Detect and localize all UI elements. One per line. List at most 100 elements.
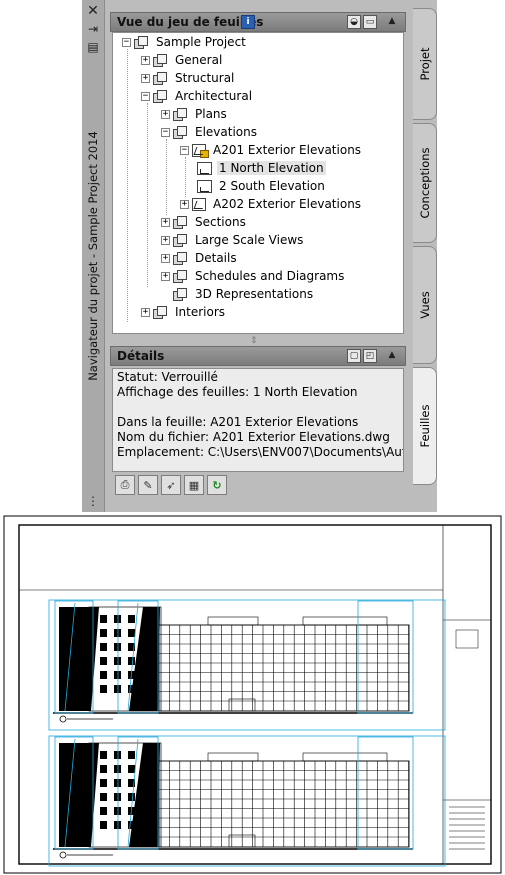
expand-toggle[interactable]: +: [161, 217, 170, 227]
south-elevation-window: [114, 821, 121, 829]
new-sheet-icon[interactable]: ✎: [138, 475, 158, 495]
south-elevation-window: [128, 765, 135, 773]
south-elevation-window: [114, 807, 121, 815]
publish-sheet-icon[interactable]: ⎙: [115, 475, 135, 495]
sheet-set-view-header: Vue du jeu de feuilles i ◒ ▭ ▲: [110, 12, 406, 32]
filename-text: Nom du fichier: A201 Exterior Elevations…: [117, 430, 390, 444]
tree-node-sheet-a201[interactable]: − A201 Exterior Elevations: [180, 141, 363, 159]
title-block-logo: [455, 629, 479, 649]
preview-icon[interactable]: ◰: [363, 349, 377, 363]
north-elevation-window: [114, 615, 121, 623]
expand-toggle[interactable]: −: [161, 127, 170, 137]
south-elevation-window: [114, 765, 121, 773]
expand-toggle[interactable]: +: [141, 307, 150, 317]
tree-node-structural[interactable]: + Structural: [141, 69, 236, 87]
tree-node-3d-representations[interactable]: 3D Representations: [161, 285, 315, 303]
details-title: Détails: [117, 349, 165, 363]
expand-toggle[interactable]: +: [180, 199, 189, 209]
details-panel: Statut: Verrouillé Affichage des feuille…: [112, 368, 404, 472]
tree-node-view-north[interactable]: 1 North Elevation: [197, 159, 326, 177]
palette-title-bar[interactable]: ✕ ⇥ ▤ Navigateur du projet - Sample Proj…: [82, 0, 105, 512]
expand-toggle[interactable]: −: [141, 91, 150, 101]
tree-node-details[interactable]: + Details: [161, 249, 239, 267]
select-view-icon[interactable]: ➶: [161, 475, 181, 495]
sheets-panel: Vue du jeu de feuilles i ◒ ▭ ▲ − Sample …: [110, 10, 406, 504]
sheet-display-text: Affichage des feuilles: 1 North Elevatio…: [117, 385, 358, 399]
expand-toggle[interactable]: +: [161, 253, 170, 263]
north-elevation-window: [128, 657, 135, 665]
collapse-details-icon[interactable]: ▲: [385, 349, 399, 363]
refresh-icon[interactable]: ↻: [207, 475, 227, 495]
south-elevation-window: [100, 751, 107, 759]
south-elevation-window: [114, 779, 121, 787]
tree-node-view-south[interactable]: 2 South Elevation: [197, 177, 327, 195]
expand-toggle[interactable]: +: [161, 271, 170, 281]
collapse-icon[interactable]: ▲: [385, 15, 399, 29]
location-text: Emplacement: C:\Users\ENV007\Documents\A…: [117, 445, 404, 459]
north-elevation-window: [100, 615, 107, 623]
north-elevation-view-marker: [59, 715, 67, 723]
tree-node-plans[interactable]: + Plans: [161, 105, 229, 123]
sheets-toolbar: ⎙ ✎ ➶ ▦ ↻: [115, 475, 227, 497]
elevation-sheet: [3, 515, 502, 874]
expand-toggle[interactable]: +: [161, 235, 170, 245]
info-icon[interactable]: i: [241, 15, 255, 29]
south-elevation-viewport: [48, 735, 446, 867]
sheet-view-icon: [197, 161, 212, 175]
sheet-set-tree[interactable]: − Sample Project + General + Structural …: [112, 32, 404, 334]
subset-icon: [153, 89, 168, 103]
tree-node-architectural[interactable]: − Architectural: [141, 87, 254, 105]
sheet-properties-icon[interactable]: ▦: [184, 475, 204, 495]
south-elevation-window: [100, 821, 107, 829]
subset-icon: [173, 251, 188, 265]
tree-node-schedules[interactable]: + Schedules and Diagrams: [161, 267, 346, 285]
south-elevation-window: [100, 765, 107, 773]
north-elevation-window: [100, 657, 107, 665]
north-elevation-window: [100, 629, 107, 637]
new-icon[interactable]: ▭: [363, 15, 377, 29]
expand-toggle[interactable]: +: [141, 55, 150, 65]
expand-toggle[interactable]: +: [161, 109, 170, 119]
south-elevation-window: [128, 793, 135, 801]
south-elevation-roof-unit: [207, 752, 259, 762]
autohide-icon[interactable]: ⇥: [85, 22, 101, 36]
tree-node-project[interactable]: − Sample Project: [122, 33, 248, 51]
north-elevation-window: [114, 629, 121, 637]
sheet-icon: [192, 197, 206, 211]
publish-icon[interactable]: ◒: [347, 15, 361, 29]
south-elevation-roof-unit: [302, 752, 388, 762]
north-elevation-window: [114, 657, 121, 665]
palette-options-icon[interactable]: ⋮: [85, 494, 101, 508]
subset-icon: [173, 215, 188, 229]
north-elevation-roof-unit: [302, 616, 388, 626]
palette-title: Navigateur du projet - Sample Project 20…: [86, 131, 100, 381]
expand-toggle[interactable]: −: [122, 37, 131, 47]
tree-node-large-scale-views[interactable]: + Large Scale Views: [161, 231, 305, 249]
properties-icon[interactable]: ▤: [85, 40, 101, 54]
expand-toggle[interactable]: +: [141, 73, 150, 83]
subset-icon: [153, 305, 168, 319]
tab-constructs[interactable]: Conceptions: [413, 123, 437, 243]
north-elevation-window: [128, 629, 135, 637]
tab-sheets[interactable]: Feuilles: [413, 367, 437, 485]
subset-icon: [173, 233, 188, 247]
subset-icon: [173, 125, 188, 139]
expand-toggle[interactable]: −: [180, 145, 189, 155]
tree-node-general[interactable]: + General: [141, 51, 224, 69]
north-elevation-window: [100, 643, 107, 651]
tree-node-elevations[interactable]: − Elevations: [161, 123, 259, 141]
subset-icon: [153, 53, 168, 67]
tree-node-sections[interactable]: + Sections: [161, 213, 248, 231]
tree-node-interiors[interactable]: + Interiors: [141, 303, 227, 321]
locked-sheet-icon: [192, 143, 209, 158]
tree-node-sheet-a202[interactable]: + A202 Exterior Elevations: [180, 195, 363, 213]
south-elevation-window: [128, 751, 135, 759]
south-elevation-callout: [357, 736, 414, 850]
details-view-icon[interactable]: ▢: [347, 349, 361, 363]
subset-icon: [173, 287, 188, 301]
close-icon[interactable]: ✕: [85, 3, 101, 19]
tab-project[interactable]: Projet: [413, 8, 437, 120]
panel-splitter[interactable]: ⇕: [250, 336, 258, 346]
south-elevation-window: [114, 793, 121, 801]
tab-views[interactable]: Vues: [413, 246, 437, 364]
